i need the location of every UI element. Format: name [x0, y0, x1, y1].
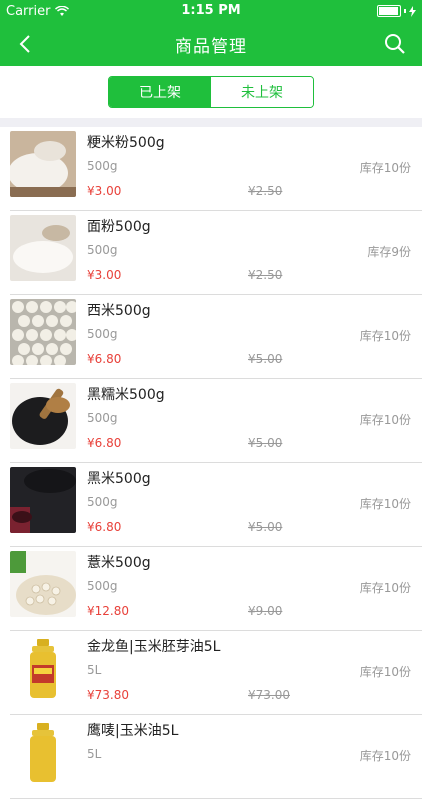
battery-icon: [377, 5, 401, 17]
product-stock: 库存10份: [359, 329, 411, 343]
product-name: 金龙鱼|玉米胚芽油5L: [87, 639, 221, 655]
tab-listed[interactable]: 已上架: [109, 77, 211, 107]
product-original-price: ¥5.00: [248, 520, 283, 534]
product-thumbnail: [10, 215, 76, 281]
chevron-left-icon: [19, 35, 30, 53]
segmented-control: 已上架 未上架: [108, 76, 314, 108]
product-price: ¥6.80: [87, 436, 122, 450]
product-stock: 库存10份: [359, 665, 411, 679]
list-item[interactable]: 面粉500g 500g 库存9份 ¥3.00 ¥2.50: [10, 211, 422, 295]
product-stock: 库存10份: [359, 581, 411, 595]
header: Carrier 1:15 PM 商品管理: [0, 0, 422, 66]
product-spec: 500g: [87, 579, 118, 593]
list-item[interactable]: 西米500g 500g 库存10份 ¥6.80 ¥5.00: [10, 295, 422, 379]
product-spec: 500g: [87, 411, 118, 425]
product-spec: 500g: [87, 495, 118, 509]
list-item[interactable]: 黑米500g 500g 库存10份 ¥6.80 ¥5.00: [10, 463, 422, 547]
list-item[interactable]: 鹰唛|玉米油5L 5L 库存10份: [10, 715, 422, 799]
product-original-price: ¥9.00: [248, 604, 283, 618]
product-original-price: ¥2.50: [248, 184, 283, 198]
product-name: 黑糯米500g: [87, 387, 165, 403]
product-thumbnail: [10, 551, 76, 617]
product-thumbnail: [10, 299, 76, 365]
product-thumbnail: [10, 635, 76, 701]
product-price: ¥12.80: [87, 604, 129, 618]
product-stock: 库存10份: [359, 497, 411, 511]
tab-unlisted[interactable]: 未上架: [211, 77, 313, 107]
status-time: 1:15 PM: [181, 3, 241, 18]
nav-bar: 商品管理: [0, 22, 422, 66]
back-button[interactable]: [14, 33, 36, 55]
product-name: 西米500g: [87, 303, 151, 319]
product-original-price: ¥5.00: [248, 436, 283, 450]
product-name: 面粉500g: [87, 219, 151, 235]
product-price: ¥3.00: [87, 184, 122, 198]
product-name: 鹰唛|玉米油5L: [87, 723, 179, 739]
product-stock: 库存9份: [367, 245, 411, 259]
search-button[interactable]: [384, 33, 406, 55]
search-icon: [385, 34, 405, 54]
status-bar: Carrier 1:15 PM: [0, 0, 422, 22]
product-spec: 500g: [87, 159, 118, 173]
product-thumbnail: [10, 719, 76, 785]
product-name: 黑米500g: [87, 471, 151, 487]
product-name: 粳米粉500g: [87, 135, 165, 151]
product-price: ¥6.80: [87, 520, 122, 534]
product-stock: 库存10份: [359, 413, 411, 427]
product-price: ¥73.80: [87, 688, 129, 702]
list-item[interactable]: 薏米500g 500g 库存10份 ¥12.80 ¥9.00: [10, 547, 422, 631]
product-original-price: ¥5.00: [248, 352, 283, 366]
product-spec: 500g: [87, 243, 118, 257]
page-title: 商品管理: [175, 36, 247, 57]
product-price: ¥6.80: [87, 352, 122, 366]
product-list: 粳米粉500g 500g 库存10份 ¥3.00 ¥2.50 面粉500g 50…: [0, 127, 422, 799]
list-item[interactable]: 黑糯米500g 500g 库存10份 ¥6.80 ¥5.00: [10, 379, 422, 463]
product-thumbnail: [10, 383, 76, 449]
product-thumbnail: [10, 131, 76, 197]
list-item[interactable]: 粳米粉500g 500g 库存10份 ¥3.00 ¥2.50: [10, 127, 422, 211]
product-original-price: ¥73.00: [248, 688, 290, 702]
product-name: 薏米500g: [87, 555, 151, 571]
product-thumbnail: [10, 467, 76, 533]
product-original-price: ¥2.50: [248, 268, 283, 282]
list-item[interactable]: 金龙鱼|玉米胚芽油5L 5L 库存10份 ¥73.80 ¥73.00: [10, 631, 422, 715]
segment-bar: 已上架 未上架: [0, 66, 422, 118]
product-spec: 500g: [87, 327, 118, 341]
product-spec: 5L: [87, 663, 102, 677]
product-spec: 5L: [87, 747, 102, 761]
product-price: ¥3.00: [87, 268, 122, 282]
product-stock: 库存10份: [359, 161, 411, 175]
section-divider: [0, 118, 422, 127]
